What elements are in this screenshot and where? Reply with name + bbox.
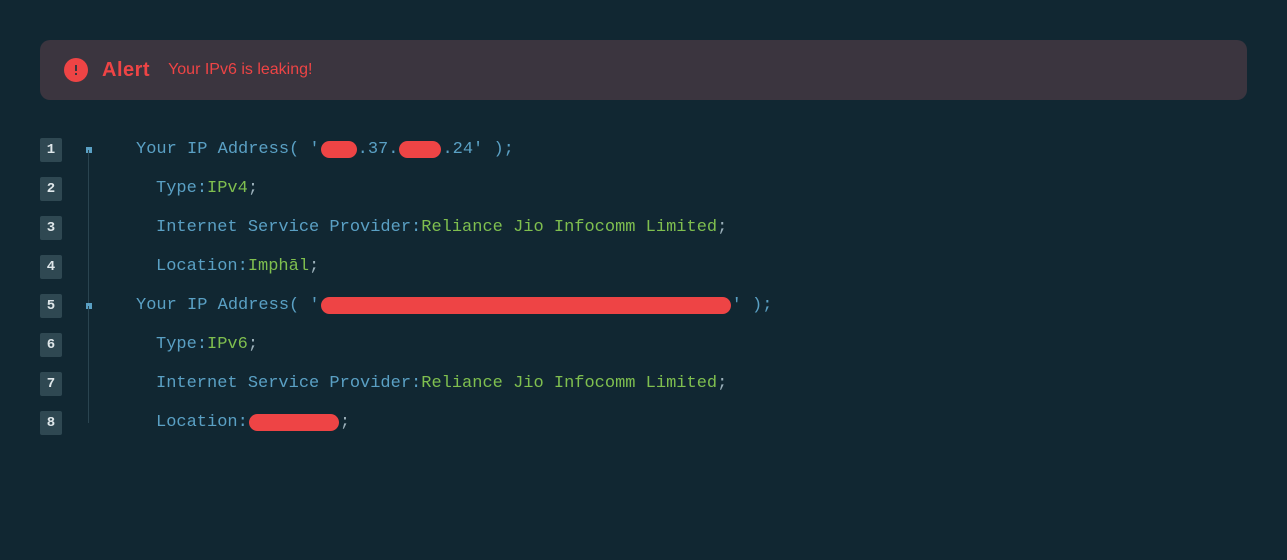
- line-number: 6: [40, 333, 62, 357]
- semi: ;: [717, 218, 727, 237]
- gutter: [86, 247, 136, 286]
- type-value: IPv6: [207, 335, 248, 354]
- redacted-segment: [321, 297, 731, 314]
- gutter: [86, 286, 136, 325]
- colon: :: [238, 413, 248, 432]
- type-value: IPv4: [207, 179, 248, 198]
- fold-marker-icon[interactable]: [86, 147, 92, 153]
- gutter: [86, 403, 136, 442]
- gutter: [86, 364, 136, 403]
- redacted-segment: [399, 141, 441, 158]
- semi: ;: [248, 179, 258, 198]
- gutter: [86, 169, 136, 208]
- colon: :: [411, 374, 421, 393]
- ip-address-key: Your IP Address: [136, 140, 289, 159]
- colon: :: [238, 257, 248, 276]
- type-key: Type: [156, 179, 197, 198]
- alert-banner: Alert Your IPv6 is leaking!: [40, 40, 1247, 100]
- open-paren: ( ': [289, 296, 320, 315]
- gutter: [86, 208, 136, 247]
- line-number: 4: [40, 255, 62, 279]
- ip-mid: .37.: [358, 140, 399, 159]
- semi: ;: [717, 374, 727, 393]
- location-key: Location: [156, 413, 238, 432]
- code-line: 4 Location : Imphāl ;: [40, 247, 1287, 286]
- isp-key: Internet Service Provider: [156, 218, 411, 237]
- location-key: Location: [156, 257, 238, 276]
- redacted-segment: [321, 141, 357, 158]
- ip-tail: .24' );: [442, 140, 513, 159]
- alert-title: Alert: [102, 59, 150, 82]
- code-line: 3 Internet Service Provider : Reliance J…: [40, 208, 1287, 247]
- gutter: [86, 325, 136, 364]
- semi: ;: [248, 335, 258, 354]
- isp-value: Reliance Jio Infocomm Limited: [421, 218, 717, 237]
- line-number: 3: [40, 216, 62, 240]
- code-line: 2 Type : IPv4 ;: [40, 169, 1287, 208]
- location-value: Imphāl: [248, 257, 309, 276]
- line-number: 2: [40, 177, 62, 201]
- colon: :: [197, 179, 207, 198]
- isp-value: Reliance Jio Infocomm Limited: [421, 374, 717, 393]
- alert-icon: [64, 58, 88, 82]
- colon: :: [411, 218, 421, 237]
- redacted-segment: [249, 414, 339, 431]
- gutter: [86, 130, 136, 169]
- line-number: 1: [40, 138, 62, 162]
- line-number: 7: [40, 372, 62, 396]
- ip-tail: ' );: [732, 296, 773, 315]
- fold-marker-icon[interactable]: [86, 303, 92, 309]
- open-paren: ( ': [289, 140, 320, 159]
- line-number: 8: [40, 411, 62, 435]
- line-number: 5: [40, 294, 62, 318]
- semi: ;: [340, 413, 350, 432]
- type-key: Type: [156, 335, 197, 354]
- code-line: 8 Location : ;: [40, 403, 1287, 442]
- semi: ;: [309, 257, 319, 276]
- colon: :: [197, 335, 207, 354]
- alert-message: Your IPv6 is leaking!: [168, 61, 312, 79]
- code-block: 1 Your IP Address( '.37..24' ); 2 Type :…: [40, 130, 1287, 442]
- code-line: 6 Type : IPv6 ;: [40, 325, 1287, 364]
- code-line: 5 Your IP Address( ' ' );: [40, 286, 1287, 325]
- code-line: 1 Your IP Address( ' .37. .24' );: [40, 130, 1287, 169]
- code-line: 7 Internet Service Provider : Reliance J…: [40, 364, 1287, 403]
- isp-key: Internet Service Provider: [156, 374, 411, 393]
- ip-address-key: Your IP Address: [136, 296, 289, 315]
